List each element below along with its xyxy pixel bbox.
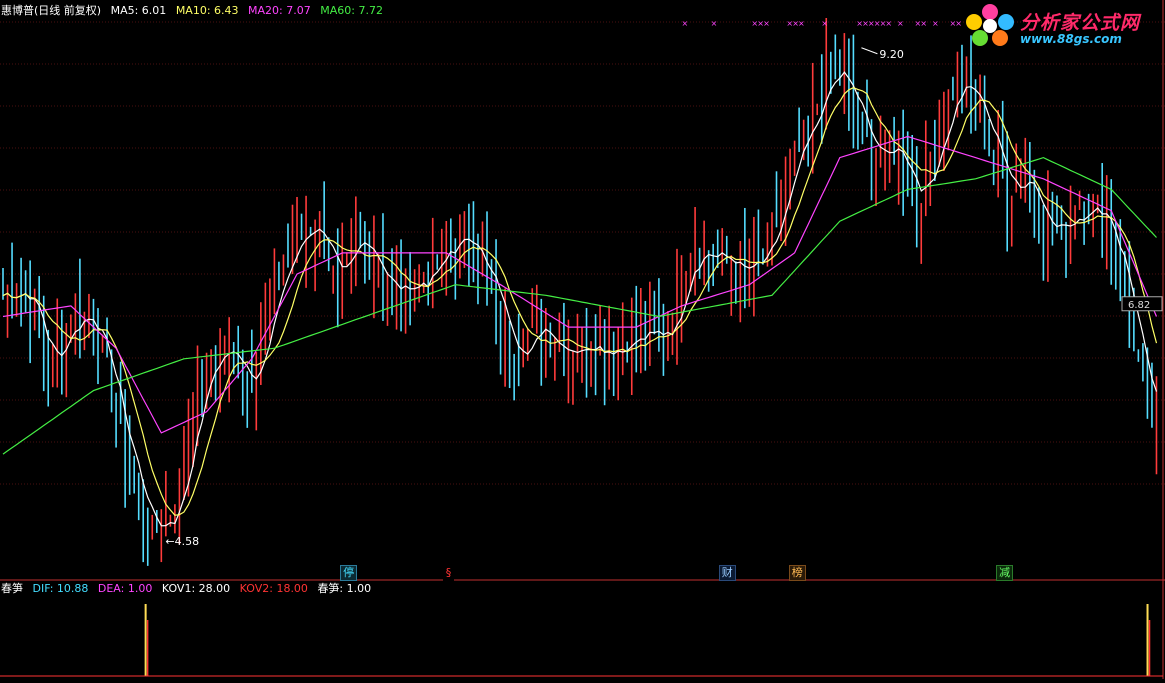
signal-x-mark: × [821, 19, 828, 28]
grid-lines [0, 21, 1165, 485]
legend-kov2: KOV2: 18.00 [239, 582, 308, 595]
site-logo[interactable]: 分析家公式网 www.88gs.com [962, 2, 1162, 48]
legend-chunsun: 春笋: 1.00 [317, 582, 372, 595]
flower-logo-icon [966, 4, 1014, 46]
indicator-title: 春笋 [1, 582, 23, 595]
legend-ma60: MA60: 7.72 [320, 4, 383, 17]
signal-x-mark: × [798, 19, 805, 28]
signal-marks: ×××××××××××××××××××××× [682, 19, 974, 28]
signal-x-mark: × [711, 19, 718, 28]
legend-dea: DEA: 1.00 [97, 582, 153, 595]
ma5-line [2, 71, 1158, 527]
signal-x-mark: × [885, 19, 892, 28]
legend-ma5: MA5: 6.01 [110, 4, 167, 17]
badge-1[interactable]: § [442, 565, 455, 581]
ma60-line [2, 156, 1157, 455]
main-legend: 惠博普(日线 前复权) MA5: 6.01 MA10: 6.43 MA20: 7… [1, 4, 389, 18]
badge-0[interactable]: 停 [340, 565, 358, 581]
legend-dif: DIF: 10.88 [32, 582, 89, 595]
logo-url: www.88gs.com [1020, 32, 1122, 46]
signal-x-mark: × [682, 19, 689, 28]
legend-ma10: MA10: 6.43 [175, 4, 239, 17]
signal-x-mark: × [955, 19, 962, 28]
ma20-line [2, 135, 1158, 434]
high-arrow [861, 47, 878, 55]
badge-3[interactable]: 榜 [788, 565, 806, 581]
signal-x-mark: × [920, 19, 927, 28]
legend-kov1: KOV1: 28.00 [161, 582, 231, 595]
indicator-spikes [144, 604, 1151, 676]
stock-title: 惠博普(日线 前复权) [1, 4, 102, 17]
signal-x-mark: × [897, 19, 904, 28]
signal-x-mark: × [763, 19, 770, 28]
badge-2[interactable]: 财 [718, 565, 736, 581]
badge-4[interactable]: 减 [996, 565, 1014, 581]
high-label: 9.20 [879, 48, 904, 61]
price-tag-label: 6.82 [1128, 300, 1150, 311]
logo-title: 分析家公式网 [1020, 12, 1141, 34]
legend-ma20: MA20: 7.07 [248, 4, 311, 17]
chart-stage: ××××××××××××××××××××××9.20←4.586.82 [0, 0, 1165, 679]
low-label: ←4.58 [165, 535, 199, 548]
chart-svg[interactable]: ××××××××××××××××××××××9.20←4.586.82 [0, 0, 1165, 679]
sub-legend: 春笋 DIF: 10.88 DEA: 1.00 KOV1: 28.00 KOV2… [1, 582, 377, 596]
signal-x-mark: × [932, 19, 939, 28]
